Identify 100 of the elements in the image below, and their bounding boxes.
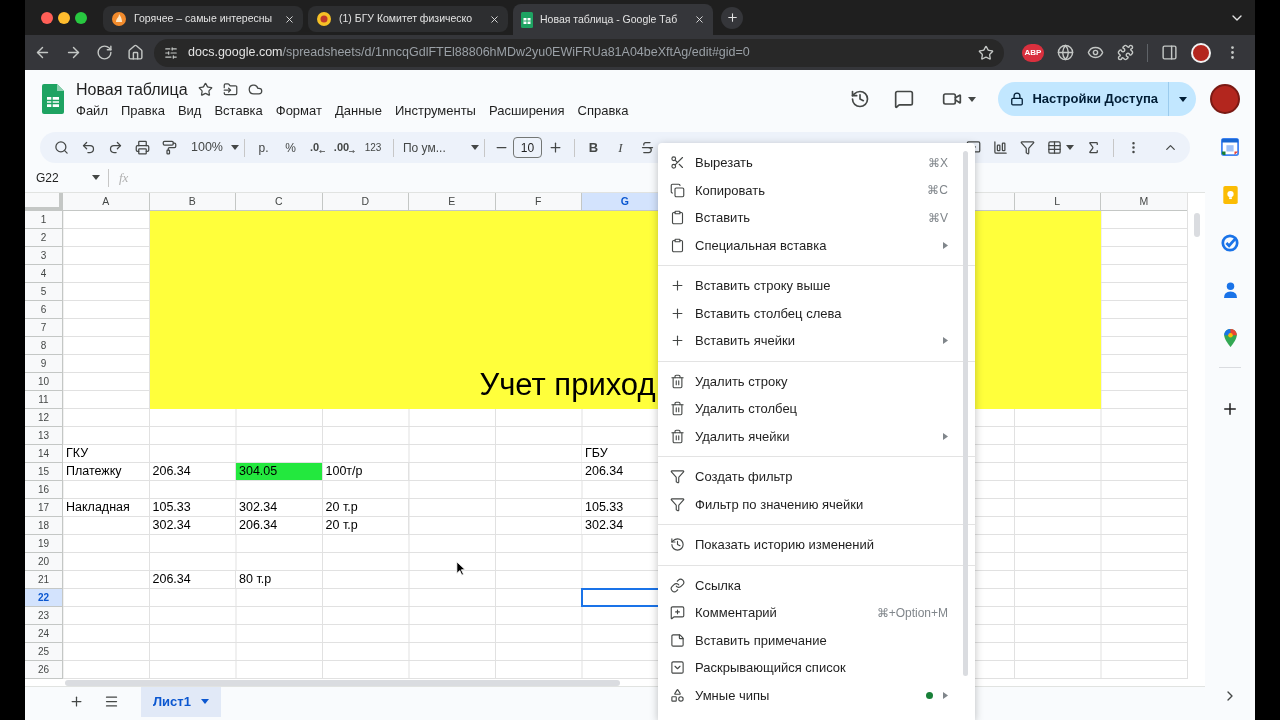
browser-tab[interactable]: (1) БГУ Комитет физическо [308,6,508,32]
document-title[interactable]: Новая таблица [76,79,188,100]
column-header[interactable]: B [149,193,236,211]
context-menu-item[interactable]: Специальная вставка [658,231,975,259]
menu-item[interactable]: Расширения [488,102,565,119]
extensions-icon[interactable] [1117,44,1134,61]
menu-item[interactable]: Правка [120,102,165,119]
context-menu-item[interactable]: Вставить строку выше [658,272,975,300]
functions-icon[interactable] [1086,140,1101,155]
comments-icon[interactable] [894,89,915,109]
history-icon[interactable] [850,89,871,109]
adblock-extension-icon[interactable]: ABP [1022,43,1044,62]
row-header[interactable]: 22 [25,589,63,607]
row-header[interactable]: 9 [25,355,63,373]
increase-decimals-button[interactable]: .00 [331,135,358,160]
profile-avatar[interactable] [1191,42,1211,63]
row-header[interactable]: 4 [25,265,63,283]
context-menu-item[interactable]: Вставить ячейки [658,327,975,355]
row-header[interactable]: 23 [25,607,63,625]
filter-icon[interactable] [1020,140,1035,155]
row-header[interactable]: 13 [25,427,63,445]
strikethrough-icon[interactable] [640,140,655,155]
caret-icon[interactable] [968,96,977,102]
context-menu-item[interactable]: Вырезать ⌘X [658,149,975,177]
minimize-window-button[interactable] [58,11,70,24]
context-menu-item[interactable]: Ссылка [658,571,975,599]
menu-item[interactable]: Справка [577,102,629,119]
row-header[interactable]: 26 [25,661,63,679]
row-header[interactable]: 12 [25,409,63,427]
horizontal-scrollbar[interactable] [65,679,620,686]
percent-format-button[interactable]: % [277,135,304,160]
address-field[interactable]: docs.google.com/spreadsheets/d/1nncqGdlFTEl88806hMDw2yu0EWiFRUa81A04beXftAg/edit#gid=0 [154,38,1004,67]
add-sheet-icon[interactable] [69,694,84,709]
context-menu-item[interactable]: Комментарий ⌘+Option+M [658,599,975,627]
map-pin-icon[interactable] [1223,329,1237,347]
currency-format-button[interactable]: р. [250,135,277,160]
contacts-icon[interactable] [1223,282,1237,299]
tasks-icon[interactable] [1221,234,1239,252]
caret-icon[interactable] [1066,145,1074,150]
site-settings-icon[interactable] [164,45,178,60]
sheets-logo[interactable] [42,84,64,114]
menu-item[interactable]: Инструменты [394,102,476,119]
browser-tab[interactable]: Горячее – самые интересны [103,6,303,32]
italic-button[interactable]: I [607,135,634,160]
undo-icon[interactable] [81,140,96,155]
browser-tab[interactable]: Новая таблица - Google Таб [513,4,713,35]
row-header[interactable]: 7 [25,319,63,337]
row-header[interactable]: 18 [25,517,63,535]
close-icon[interactable] [489,13,500,25]
context-menu-item[interactable]: Удалить строку [658,367,975,395]
row-header[interactable]: 2 [25,229,63,247]
cloud-icon[interactable] [247,82,263,97]
context-menu-item[interactable]: Раскрывающийся список [658,654,975,682]
move-folder-icon[interactable] [222,82,238,97]
column-header[interactable]: E [409,193,496,211]
sheet-tab[interactable]: Лист1 [141,686,221,717]
print-icon[interactable] [135,140,150,155]
menu-item[interactable]: Данные [334,102,382,119]
row-header[interactable]: 8 [25,337,63,355]
number-format-button[interactable]: 123 [358,135,388,160]
column-header[interactable]: M [1101,193,1188,211]
decrease-decimals-button[interactable]: .0 [304,135,331,160]
context-menu-item[interactable]: Вставить примечание [658,626,975,654]
row-header[interactable]: 6 [25,301,63,319]
zoom-select[interactable]: 100% [191,138,239,157]
star-icon[interactable] [197,82,213,97]
eye-icon[interactable] [1087,44,1104,61]
search-icon[interactable] [54,140,69,155]
share-button[interactable]: Настройки Доступа [998,82,1168,116]
menu-item[interactable]: Вставка [214,102,263,119]
name-box[interactable]: G22 [25,166,108,189]
close-icon[interactable] [694,14,705,25]
bold-button[interactable]: B [580,135,607,160]
chart-icon[interactable] [993,140,1008,155]
home-icon[interactable] [127,44,144,61]
menu-item[interactable]: Вид [177,102,202,119]
row-header[interactable]: 11 [25,391,63,409]
column-header[interactable]: C [236,193,323,211]
globe-icon[interactable] [1057,44,1074,61]
row-header[interactable]: 17 [25,499,63,517]
font-select[interactable]: По ум... [403,138,479,157]
table-icon[interactable] [1047,140,1062,155]
column-header[interactable]: L [1014,193,1101,211]
column-header[interactable]: D [322,193,409,211]
back-icon[interactable] [34,44,51,61]
close-icon[interactable] [284,13,295,25]
menu-scrollbar[interactable] [963,151,968,676]
close-window-button[interactable] [41,11,53,24]
vertical-scrollbar[interactable] [1187,193,1205,679]
new-tab-button[interactable] [721,6,743,29]
context-menu-item[interactable]: Вставить столбец слева [658,299,975,327]
row-header[interactable]: 3 [25,247,63,265]
row-header[interactable]: 16 [25,481,63,499]
paint-format-icon[interactable] [162,140,177,155]
all-sheets-icon[interactable] [104,694,119,709]
menu-item[interactable]: Формат [275,102,322,119]
row-header[interactable]: 25 [25,643,63,661]
share-options-button[interactable] [1168,82,1196,116]
reload-icon[interactable] [96,44,113,61]
side-panel-icon[interactable] [1161,44,1178,61]
